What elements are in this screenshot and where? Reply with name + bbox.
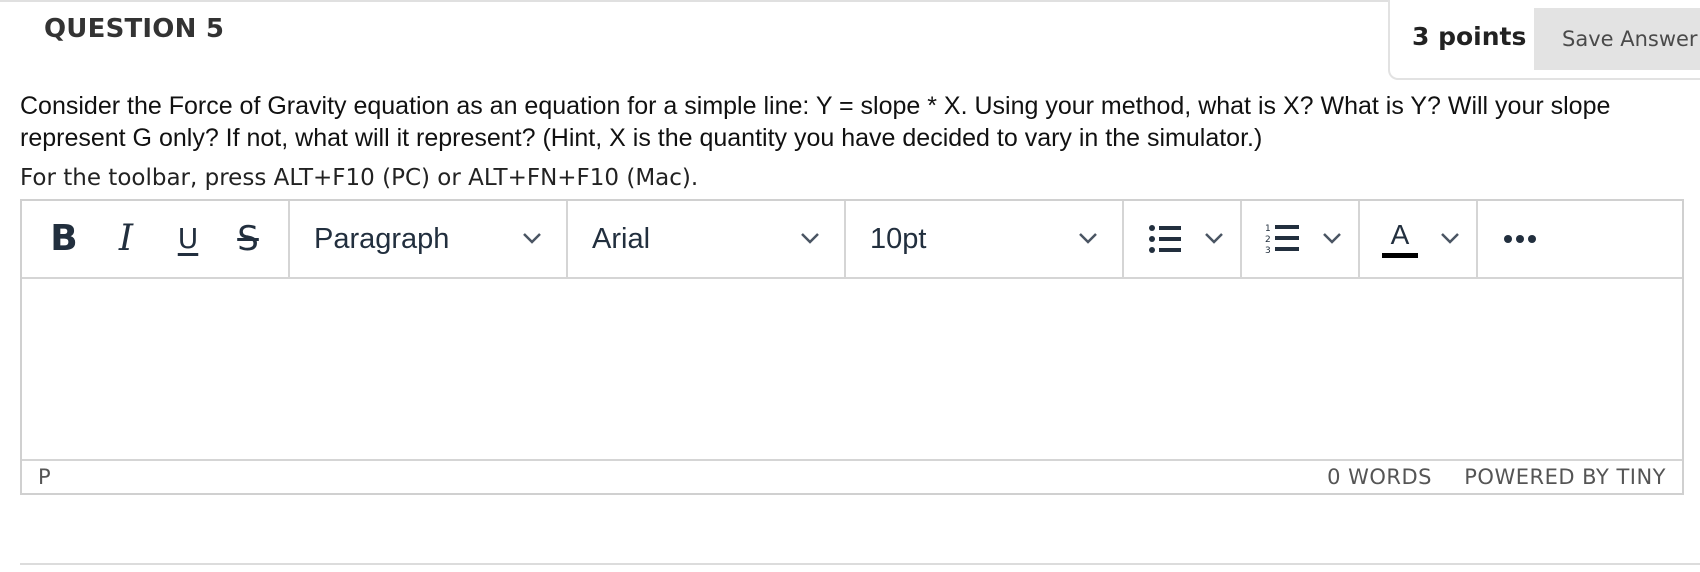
svg-text:1: 1 <box>1265 224 1271 234</box>
format-group: B I U S <box>22 201 290 277</box>
strikethrough-button[interactable]: S <box>224 215 272 263</box>
word-count[interactable]: 0 WORDS <box>1327 465 1432 489</box>
save-answer-button[interactable]: Save Answer <box>1534 8 1700 70</box>
bold-button[interactable]: B <box>40 215 88 263</box>
underline-button[interactable]: U <box>164 215 212 263</box>
block-format-value: Paragraph <box>314 223 450 255</box>
top-divider <box>0 0 1390 2</box>
numbered-list-icon: 1 2 3 <box>1265 224 1299 256</box>
points-panel: 3 points Save Answer <box>1388 0 1700 80</box>
font-size-value: 10pt <box>870 223 927 255</box>
block-format-dropdown[interactable]: Paragraph <box>290 201 568 277</box>
bottom-divider <box>20 563 1700 565</box>
chevron-down-icon <box>801 233 819 244</box>
strikethrough-icon: S <box>237 219 259 259</box>
text-color-swatch <box>1382 253 1418 258</box>
question-text: Consider the Force of Gravity equation a… <box>20 92 1611 152</box>
font-size-dropdown[interactable]: 10pt <box>846 201 1124 277</box>
chevron-down-icon <box>1079 233 1097 244</box>
rich-text-editor: B I U S Paragraph Arial 10pt 1 2 3 A P 0… <box>20 199 1684 495</box>
chevron-down-icon <box>1323 233 1341 244</box>
editor-statusbar: P 0 WORDS POWERED BY TINY <box>22 459 1682 493</box>
chevron-down-icon <box>523 233 541 244</box>
bullet-list-button[interactable] <box>1124 201 1242 277</box>
question-title: QUESTION 5 <box>44 14 225 44</box>
chevron-down-icon <box>1441 233 1459 244</box>
element-path[interactable]: P <box>38 465 51 489</box>
editor-toolbar: B I U S Paragraph Arial 10pt 1 2 3 A <box>22 201 1682 279</box>
font-family-value: Arial <box>592 223 651 255</box>
more-icon <box>1504 235 1536 243</box>
svg-text:2: 2 <box>1265 235 1271 245</box>
editor-content-area[interactable] <box>22 279 1682 459</box>
numbered-list-button[interactable]: 1 2 3 <box>1242 201 1360 277</box>
bullet-list-icon <box>1149 225 1181 253</box>
text-color-button[interactable]: A <box>1360 201 1478 277</box>
points-label: 3 points <box>1412 22 1527 51</box>
italic-button[interactable]: I <box>102 215 150 263</box>
svg-text:3: 3 <box>1265 246 1271 256</box>
toolbar-hint: For the toolbar, press ALT+F10 (PC) or A… <box>20 165 699 191</box>
more-button[interactable] <box>1492 215 1548 263</box>
text-color-icon: A <box>1390 219 1410 250</box>
powered-by-link[interactable]: POWERED BY TINY <box>1464 465 1666 489</box>
underline-icon: U <box>177 222 199 255</box>
bold-icon: B <box>50 218 78 259</box>
chevron-down-icon <box>1205 233 1223 244</box>
italic-icon: I <box>118 218 134 259</box>
font-family-dropdown[interactable]: Arial <box>568 201 846 277</box>
